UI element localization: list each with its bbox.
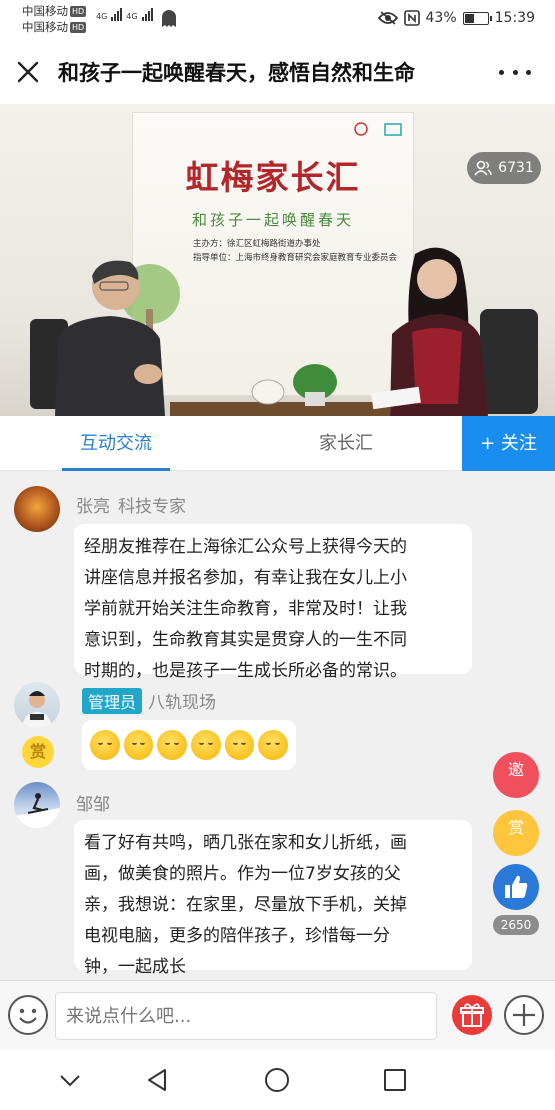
table [170, 402, 390, 416]
nfc-icon [403, 10, 420, 26]
video-scene [30, 247, 538, 416]
hug-emoji-icon [258, 730, 289, 760]
author-role: 科技专家 [118, 497, 186, 517]
carrier-1: 中国移动 HD [22, 4, 87, 18]
person-avatar-icon [22, 691, 52, 728]
hug-emoji-icon [157, 730, 188, 760]
back-icon[interactable] [143, 1065, 173, 1095]
comment-line: 讲座信息并报名参加，有幸让我在女儿上小 [84, 568, 407, 588]
network-type-1: 4G [96, 12, 108, 21]
tab-parents-club[interactable]: 家长汇 [288, 416, 404, 471]
reward-coin[interactable]: 赏 [22, 736, 54, 768]
signal-icon [141, 8, 153, 21]
comment-author: 管理员 八轨现场 [82, 688, 216, 714]
hd-badge: HD [70, 22, 87, 33]
thumbs-up-icon [505, 875, 528, 898]
more-options-button[interactable] [499, 58, 531, 86]
battery-icon [462, 11, 492, 25]
viewer-count: 6731 [498, 160, 534, 176]
emoji-row [90, 730, 289, 760]
comment-bubble [82, 720, 296, 770]
like-count: 2650 [493, 915, 539, 935]
close-icon [17, 61, 39, 83]
snowboarder-avatar-icon [14, 793, 60, 828]
avatar[interactable] [14, 682, 60, 728]
like-button[interactable] [493, 864, 539, 910]
battery-percent: 43% [425, 10, 457, 26]
comment-line: 经朋友推荐在上海徐汇公众号上获得今天的 [84, 537, 407, 557]
system-nav-bar [0, 1050, 555, 1110]
hd-badge: HD [70, 6, 87, 17]
avatar[interactable] [14, 486, 60, 532]
comment-line: 意识到，生命教育其实是贯穿人的一生不同 [84, 630, 407, 650]
teapot [251, 379, 285, 405]
comment-line: 画，做美食的照片。作为一位7岁女孩的父 [84, 864, 401, 884]
hug-emoji-icon [191, 730, 221, 760]
clock: 15:39 [494, 10, 535, 26]
live-video-player[interactable]: 虹梅家长汇 和孩子一起唤醒春天 主办方：徐汇区虹梅路街道办事处 指导单位：上海市… [0, 104, 555, 416]
close-button[interactable] [14, 58, 42, 86]
carrier-2: 中国移动 HD [22, 20, 87, 34]
plus-icon [513, 1004, 535, 1026]
comment-line: 电视电脑，更多的陪伴孩子，珍惜每一分 [84, 926, 390, 946]
smile-icon [19, 1008, 37, 1024]
more-actions-button[interactable] [504, 995, 544, 1035]
author-name: 八轨现场 [148, 693, 217, 713]
reward-label: 赏 [507, 818, 524, 837]
network-type-2: 4G [126, 12, 138, 21]
app-header: 和孩子一起唤醒春天，感悟自然和生命 [0, 40, 555, 104]
hug-emoji-icon [90, 730, 120, 760]
home-icon[interactable] [262, 1065, 292, 1095]
status-right: 43% 15:39 [377, 10, 535, 26]
eye-icon [377, 11, 398, 25]
comment-bubble: 看了好有共鸣，晒几张在家和女儿折纸，画 画，做美食的照片。作为一位7岁女孩的父 … [74, 820, 472, 977]
chair-right [480, 309, 538, 414]
author-name: 张亮 [76, 497, 110, 517]
page-title: 和孩子一起唤醒春天，感悟自然和生命 [58, 61, 415, 85]
status-bar: 中国移动 HD 中国移动 HD 4G 4G 43% 15:39 [0, 0, 555, 40]
gift-icon [460, 1003, 484, 1027]
emoji-button[interactable] [8, 995, 48, 1035]
recents-icon[interactable] [380, 1065, 410, 1095]
comment-input-bar [0, 980, 555, 1050]
signal-icon [111, 8, 123, 21]
comment-line: 时期的，也是孩子一生成长所必备的常识。 [84, 661, 407, 681]
tab-bar: 互动交流 家长汇 + 关注 [0, 416, 555, 471]
comment-line: 看了好有共鸣，晒几张在家和女儿折纸，画 [84, 833, 407, 853]
comment-bubble: 经朋友推荐在上海徐汇公众号上获得今天的 讲座信息并报名参加，有幸让我在女儿上小 … [74, 524, 472, 681]
host [371, 247, 488, 416]
admin-badge: 管理员 [82, 688, 143, 714]
comment-author: 张亮 科技专家 [76, 492, 186, 517]
invite-label: 邀 [507, 760, 524, 779]
dot-icon [512, 69, 518, 75]
follow-button[interactable]: + 关注 [462, 416, 555, 471]
viewer-count-badge: 6731 [467, 152, 541, 184]
signal-indicators: 4G 4G [96, 8, 153, 21]
hug-emoji-icon [123, 730, 154, 760]
avatar[interactable] [14, 782, 60, 828]
comment-line: 亲，我想说：在家里，尽量放下手机，关掉 [84, 895, 407, 915]
gift-button[interactable] [452, 995, 492, 1035]
chevron-down-icon[interactable] [55, 1065, 85, 1095]
dot-icon [499, 69, 504, 75]
app-notification-icon [162, 10, 176, 27]
carrier-2-label: 中国移动 [22, 20, 68, 34]
hug-emoji-icon [224, 730, 255, 760]
carrier-1-label: 中国移动 [22, 4, 68, 18]
comment-line: 学前就开始关注生命教育，非常及时！让我 [84, 599, 407, 619]
comment-line: 钟，一起成长 [84, 957, 186, 977]
users-icon [474, 160, 492, 176]
reward-button[interactable]: 赏 [493, 810, 539, 856]
invite-button[interactable]: 邀 [493, 752, 539, 798]
comment-author: 邹邹 [76, 795, 110, 815]
dot-icon [526, 69, 531, 75]
tab-interaction[interactable]: 互动交流 [56, 416, 176, 471]
comment-input[interactable] [55, 992, 437, 1040]
